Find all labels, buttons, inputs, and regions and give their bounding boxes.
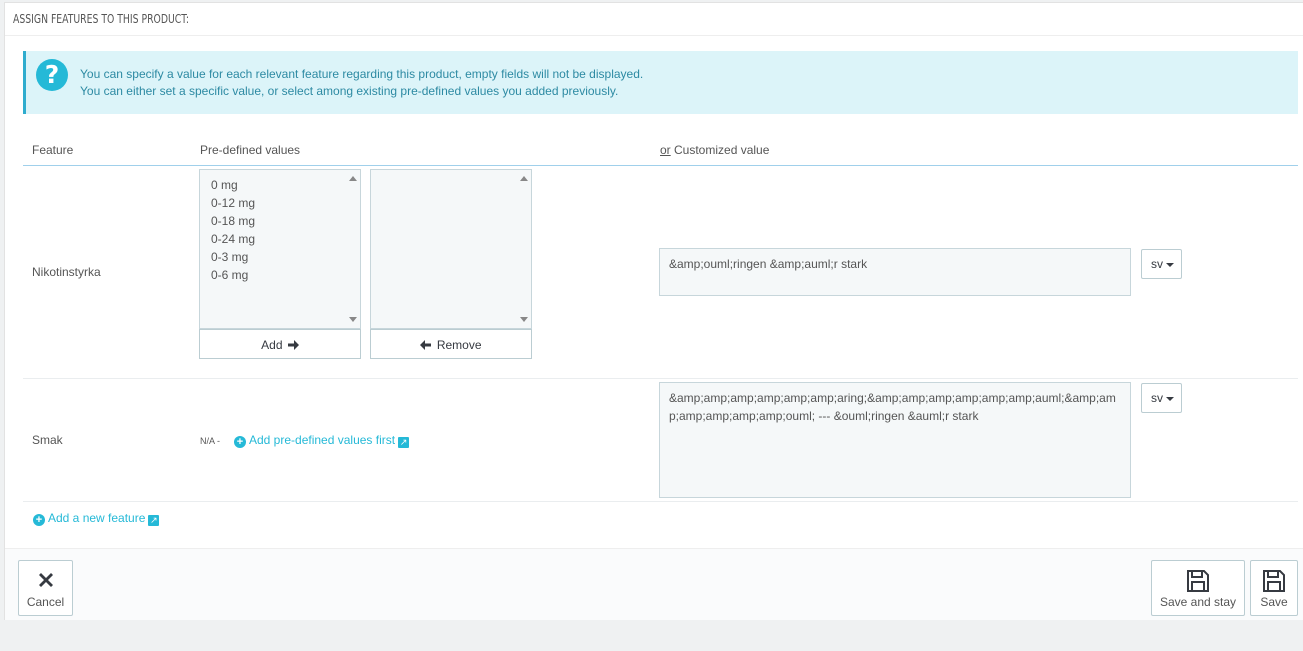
list-item[interactable]: 0-12 mg <box>211 196 255 210</box>
question-icon: ? <box>36 59 68 91</box>
plus-circle-icon: + <box>234 436 246 448</box>
language-label: sv <box>1151 257 1163 271</box>
arrow-left-icon <box>420 339 432 350</box>
save-icon <box>1263 570 1285 592</box>
panel-title: ASSIGN FEATURES TO THIS PRODUCT: <box>13 12 189 26</box>
caret-down-icon <box>1166 396 1174 401</box>
list-item[interactable]: 0 mg <box>211 178 238 192</box>
header-feature: Feature <box>32 143 74 157</box>
add-new-feature-label: Add a new feature <box>48 511 146 525</box>
plus-circle-icon: + <box>33 514 45 526</box>
scrollbar[interactable] <box>346 170 360 328</box>
alert-text: You can specify a value for each relevan… <box>80 66 643 100</box>
feature-name-nikotinstyrka: Nikotinstyrka <box>32 265 101 279</box>
external-link-icon: ↗ <box>148 515 160 526</box>
scrollbar[interactable] <box>517 170 531 328</box>
custom-value-field-smak[interactable]: &amp;amp;amp;amp;amp;amp;aring;&amp;amp;… <box>659 382 1131 498</box>
features-panel: ASSIGN FEATURES TO THIS PRODUCT: ? You c… <box>4 2 1303 620</box>
feature-name-smak: Smak <box>32 433 63 447</box>
alert-line-2: You can either set a specific value, or … <box>80 84 619 98</box>
save-label: Save <box>1260 595 1288 609</box>
add-predefined-label: Add pre-defined values first <box>249 433 396 447</box>
scroll-up-icon[interactable] <box>349 176 357 181</box>
caret-down-icon <box>1166 262 1174 267</box>
add-button[interactable]: Add <box>199 329 361 359</box>
add-button-label: Add <box>261 337 283 352</box>
header-or: or <box>660 143 671 157</box>
selected-values-list[interactable] <box>370 169 532 329</box>
add-predefined-values-link[interactable]: + Add pre-defined values first ↗ <box>234 433 410 448</box>
custom-value-field-nikotinstyrka[interactable]: &amp;ouml;ringen &amp;auml;r stark <box>659 248 1131 296</box>
header-customized: or Customized value <box>660 143 769 157</box>
external-link-icon: ↗ <box>398 437 410 448</box>
info-alert: ? You can specify a value for each relev… <box>23 51 1298 114</box>
language-dropdown[interactable]: sv <box>1141 383 1182 413</box>
language-dropdown[interactable]: sv <box>1141 249 1182 279</box>
save-button[interactable]: Save <box>1250 560 1298 616</box>
na-label: N/A - <box>200 436 221 446</box>
scroll-up-icon[interactable] <box>520 176 528 181</box>
panel-footer: Cancel Save and stay Save <box>5 548 1303 620</box>
remove-button-label: Remove <box>436 337 482 352</box>
row-divider <box>23 378 1298 379</box>
list-item[interactable]: 0-3 mg <box>211 250 248 264</box>
close-icon <box>38 573 53 587</box>
language-label: sv <box>1151 391 1163 405</box>
add-new-feature-link[interactable]: + Add a new feature ↗ <box>33 511 160 526</box>
cancel-label: Cancel <box>26 595 65 609</box>
alert-line-1: You can specify a value for each relevan… <box>80 67 644 81</box>
cancel-button[interactable]: Cancel <box>18 560 73 616</box>
available-values-list[interactable]: 0 mg 0-12 mg 0-18 mg 0-24 mg 0-3 mg 0-6 … <box>199 169 361 329</box>
header-predefined: Pre-defined values <box>200 143 301 157</box>
list-item[interactable]: 0-18 mg <box>211 214 255 228</box>
scroll-down-icon[interactable] <box>349 317 357 322</box>
scroll-down-icon[interactable] <box>520 317 528 322</box>
save-and-stay-label: Save and stay <box>1159 595 1237 609</box>
remove-button[interactable]: Remove <box>370 329 532 359</box>
arrow-right-icon <box>287 339 299 350</box>
save-and-stay-button[interactable]: Save and stay <box>1151 560 1245 616</box>
panel-heading: ASSIGN FEATURES TO THIS PRODUCT: <box>5 3 1303 36</box>
header-divider <box>23 165 1298 166</box>
list-item[interactable]: 0-6 mg <box>211 268 248 282</box>
header-customized-label: Customized value <box>670 143 770 157</box>
list-item[interactable]: 0-24 mg <box>211 232 255 246</box>
row-divider <box>23 501 1298 502</box>
save-icon <box>1187 570 1209 592</box>
